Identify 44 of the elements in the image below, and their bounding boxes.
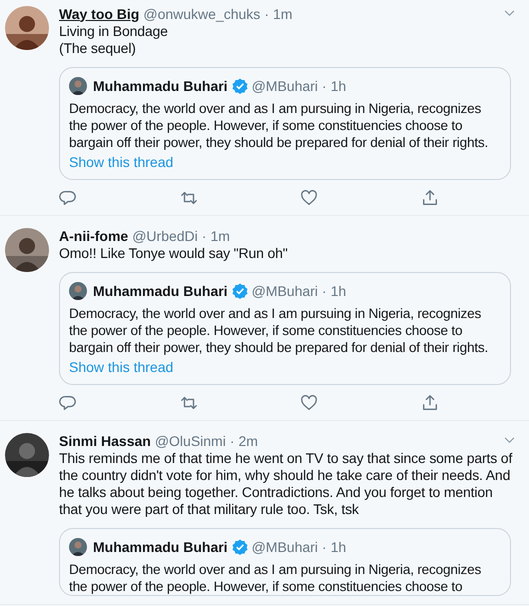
quoted-text: Democracy, the world over and as I am pursuing in Nigeria, recognizes the power of the people. However, if some constituencies choose to xyxy=(69,561,482,595)
retweet-icon[interactable] xyxy=(180,394,198,412)
user-name[interactable]: Muhammadu Buhari xyxy=(93,539,228,555)
separator-dot: · xyxy=(322,78,327,94)
user-name[interactable]: A-nii-fome xyxy=(59,228,128,244)
heart-icon[interactable] xyxy=(300,394,318,412)
user-name[interactable]: Way too Big xyxy=(59,6,140,22)
separator-dot: · xyxy=(230,432,235,448)
tweet-text: Living in Bondage xyxy=(59,23,169,40)
share-icon[interactable] xyxy=(420,189,439,207)
quoted-text: Democracy, the world over and as I am pursuing in Nigeria, recognizes the power of the people. However, if some constituencies choose to bargain off their power, they should be prepared for denial of their rights. xyxy=(69,100,490,151)
timestamp: 1h xyxy=(330,283,346,299)
share-icon[interactable] xyxy=(420,394,439,412)
user-name[interactable]: Muhammadu Buhari xyxy=(93,283,228,299)
quoted-tweet[interactable]: Muhammadu Buhari @MBuhari · 1h Democracy, the world over and as I am pursuing in Nigeria, recognizes the power of the people. However, if some constituencies choose to xyxy=(59,528,511,596)
user-handle: @MBuhari xyxy=(252,539,318,555)
user-handle: @onwukwe_chuks xyxy=(143,6,260,22)
chevron-down-icon[interactable] xyxy=(504,10,515,17)
separator-dot: · xyxy=(322,539,327,555)
user-handle: @MBuhari xyxy=(252,283,318,299)
quoted-tweet[interactable] xyxy=(59,272,511,385)
user-name[interactable]: Muhammadu Buhari xyxy=(93,78,228,94)
retweet-icon[interactable] xyxy=(180,189,198,207)
timestamp: 2m xyxy=(238,432,258,448)
timestamp: 1h xyxy=(330,539,346,555)
tweet-text: (The sequel) xyxy=(59,40,137,57)
chevron-down-icon[interactable] xyxy=(504,437,515,444)
user-handle: @MBuhari xyxy=(252,78,318,94)
reply-icon[interactable] xyxy=(59,394,77,412)
timestamp: 1m xyxy=(210,228,230,244)
separator-dot: · xyxy=(264,6,269,22)
timestamp: 1m xyxy=(272,6,292,22)
quoted-tweet[interactable] xyxy=(59,67,511,180)
user-handle: @UrbedDi xyxy=(132,228,198,244)
tweet-text: Omo!! Like Tonye would say "Run oh" xyxy=(59,245,289,262)
user-name[interactable]: Sinmi Hassan xyxy=(59,432,151,448)
user-handle: @OluSinmi xyxy=(154,432,226,448)
tweet-text: This reminds me of that time he went on TV to say that since some parts of the country didn't vote for him, why should he take care of their needs. And he talks about being together. Contradictions. And you forget to mention that you were part of that military rule too. Tsk, tsk xyxy=(59,450,514,518)
separator-dot: · xyxy=(202,228,206,244)
timestamp: 1h xyxy=(330,78,346,94)
quoted-text: Democracy, the world over and as I am pursuing in Nigeria, recognizes the power of the people. However, if some constituencies choose to bargain off their power, they should be prepared for denial of their rights. xyxy=(69,305,490,356)
heart-icon[interactable] xyxy=(300,189,318,207)
reply-icon[interactable] xyxy=(59,189,77,207)
separator-dot: · xyxy=(322,283,327,299)
